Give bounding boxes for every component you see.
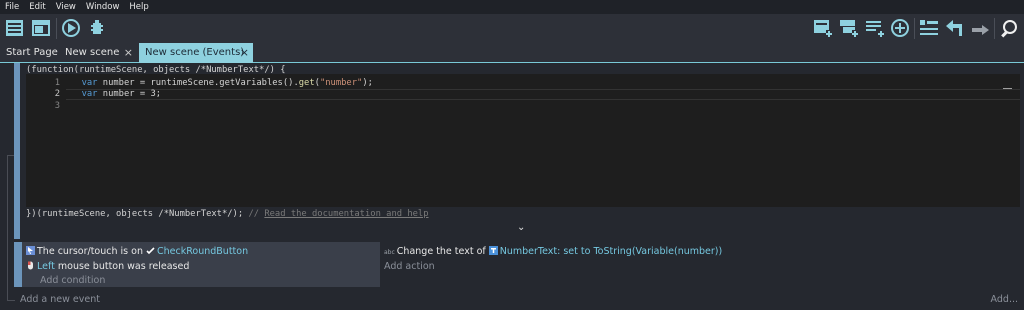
condition-param[interactable]: Left	[37, 261, 55, 272]
javascript-code-event[interactable]: (function(runtimeScene, objects /*Number…	[14, 63, 1021, 239]
condition-text: The cursor/touch is on	[37, 246, 146, 257]
code-footer: })(runtimeScene, objects /*NumberText*/)…	[26, 209, 429, 219]
search-icon[interactable]	[998, 17, 1020, 39]
cursor-icon	[26, 246, 35, 255]
action-param[interactable]: ToString(Variable(number))	[593, 246, 722, 257]
close-icon[interactable]: ×	[240, 43, 249, 63]
code-line[interactable]: var number = 3;	[71, 89, 161, 99]
chevron-down-icon[interactable]: ⌄	[517, 222, 525, 233]
code-function: get	[298, 78, 315, 88]
menu-view[interactable]: View	[51, 0, 81, 14]
tree-line	[7, 155, 8, 300]
code-keyword: var	[81, 78, 98, 88]
action-change-text[interactable]: abc Change the text of NumberText: set to…	[384, 246, 722, 257]
preview-play-icon[interactable]	[60, 17, 82, 39]
tree-line	[7, 300, 15, 301]
redo-icon[interactable]	[969, 17, 991, 39]
line-number: 1	[54, 78, 60, 88]
button-object-icon	[146, 247, 155, 255]
scene-editor-icon[interactable]	[30, 17, 52, 39]
select-icon[interactable]	[918, 17, 940, 39]
code-line[interactable]: var number = runtimeScene.getVariables()…	[71, 78, 373, 88]
close-icon[interactable]: ×	[124, 43, 133, 63]
action-object[interactable]: NumberText	[500, 246, 557, 257]
undo-icon[interactable]	[944, 17, 966, 39]
add-sub-event-icon[interactable]	[838, 17, 860, 39]
condition-cursor-on-object[interactable]: The cursor/touch is on CheckRoundButton	[26, 246, 248, 257]
add-condition-button[interactable]: Add condition	[40, 275, 105, 286]
text-icon: abc	[384, 249, 395, 256]
actions-column: abc Change the text of NumberText: set to…	[380, 242, 1021, 287]
code-string: "number"	[319, 78, 363, 88]
condition-mouse-released[interactable]: Left mouse button was released	[26, 261, 189, 272]
events-sheet: (function(runtimeScene, objects /*Number…	[0, 63, 1024, 310]
add-event-button[interactable]: Add a new event	[20, 294, 100, 305]
toolbar	[0, 14, 1024, 43]
scrollbar-marker	[1003, 88, 1012, 89]
menu-window[interactable]: Window	[81, 0, 125, 14]
add-other-icon[interactable]	[889, 17, 911, 39]
tab-start-page[interactable]: Start Page	[0, 43, 58, 63]
condition-text: mouse button was released	[54, 261, 190, 272]
tab-label: New scene	[65, 47, 120, 58]
add-more-button[interactable]: Add...	[991, 294, 1018, 305]
code-comment: //	[243, 209, 265, 219]
documentation-link[interactable]: Read the documentation and help	[264, 209, 428, 219]
menu-file[interactable]: File	[0, 0, 24, 14]
add-action-button[interactable]: Add action	[384, 261, 435, 272]
menu-help[interactable]: Help	[124, 0, 153, 14]
tab-bar: Start Page New scene × New scene (Events…	[0, 43, 1024, 63]
tab-label: Start Page	[6, 47, 58, 58]
menubar: File Edit View Window Help	[0, 0, 1024, 14]
code-editor[interactable]: 1 2 3 var number = runtimeScene.getVaria…	[26, 74, 1020, 207]
mouse-icon	[28, 261, 33, 270]
project-manager-icon[interactable]	[4, 17, 26, 39]
event-drag-handle[interactable]	[14, 242, 22, 287]
debugger-icon[interactable]	[86, 17, 108, 39]
current-line-highlight	[66, 89, 1020, 100]
code-paren: );	[362, 78, 373, 88]
standard-event[interactable]: The cursor/touch is on CheckRoundButton …	[14, 242, 1021, 287]
menu-edit[interactable]: Edit	[24, 0, 50, 14]
add-event-icon[interactable]	[812, 17, 834, 39]
line-number: 2	[54, 89, 60, 99]
code-footer-text: })(runtimeScene, objects /*NumberText*/)…	[26, 209, 244, 219]
add-comment-icon[interactable]	[864, 17, 886, 39]
code-keyword: var	[81, 89, 98, 99]
tab-new-scene[interactable]: New scene ×	[59, 43, 137, 63]
text-object-icon	[488, 246, 498, 255]
tab-new-scene-events[interactable]: New scene (Events) ×	[139, 43, 253, 63]
line-number: 3	[54, 101, 60, 111]
code-text: number = 3;	[97, 89, 162, 99]
condition-object[interactable]: CheckRoundButton	[157, 246, 248, 257]
action-operator: : set to	[557, 246, 594, 257]
conditions-column: The cursor/touch is on CheckRoundButton …	[22, 242, 380, 287]
gdevelop-window: File Edit View Window Help Start Page Ne…	[0, 0, 1024, 310]
action-text: Change the text of	[396, 246, 489, 257]
tab-label: New scene (Events)	[145, 47, 245, 58]
code-text: number = runtimeScene.getVariables().	[97, 78, 299, 88]
